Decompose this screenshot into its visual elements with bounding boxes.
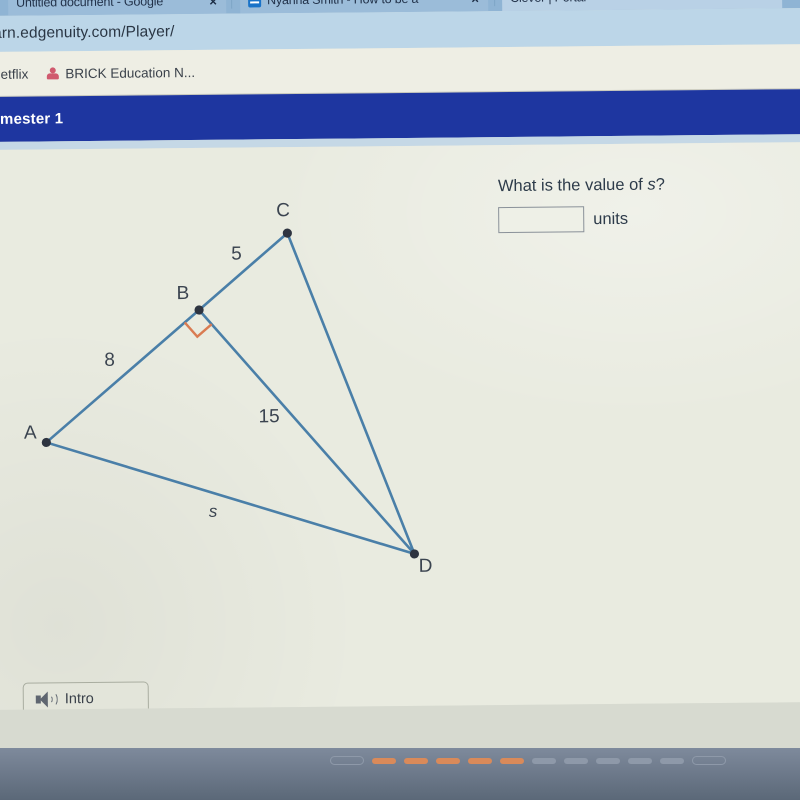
answer-input[interactable] [498,206,585,234]
tab-divider [231,0,233,9]
vertex-point-C [282,228,292,238]
url-text: earn.edgenuity.com/Player/ [0,23,175,43]
vertex-point-B [194,305,204,315]
keyboard-key [628,757,652,764]
tab-close-icon[interactable]: × [762,0,776,3]
window-close-icon[interactable]: × [788,0,800,6]
segment-CD [286,231,416,556]
keyboard-key [532,757,556,764]
vertex-label-D: D [419,556,433,577]
bookmark-label: BRICK Education N... [65,64,196,81]
tab-close-icon[interactable]: × [206,0,220,8]
segment-BC [197,231,289,312]
keyboard-key [372,757,396,764]
browser-tab-2-title: Clever | Portal [510,0,757,5]
keyboard-key [596,757,620,764]
bookmark-brick-education[interactable]: BRICK Education N... [46,64,195,80]
keyboard-key [564,757,588,764]
course-title: Semester 1 [0,110,64,129]
vertex-point-A [41,437,51,448]
units-label: units [593,209,629,228]
vertex-label-A: A [24,423,37,444]
bookmark-netflix[interactable]: Netflix [0,66,28,81]
vertex-label-C: C [276,200,290,221]
intro-button-label: Intro [64,690,94,707]
person-icon [46,67,58,80]
segment-AB [45,308,201,444]
bookmarks-bar: Netflix BRICK Education N... [0,44,800,97]
browser-tab-0-title: Untitled document - Google [16,0,164,10]
segment-length-label-BC: 5 [231,244,242,265]
keyboard-key [330,756,364,765]
keyboard-key [660,757,684,764]
right-angle-marker [183,321,213,339]
keyboard-key [500,757,524,764]
vertex-label-B: B [176,283,189,304]
segment-length-label-AB: 8 [104,350,115,371]
laptop-deck [0,748,800,800]
tab-divider [494,0,496,7]
laptop-photo: Untitled document - Google × Nyanna Smit… [0,0,800,800]
segment-length-label-BD: 15 [258,406,279,427]
segment-length-label-AD: s [209,502,218,521]
question-prompt-after: ? [655,175,665,194]
browser-tab-1-title: Nyanna Smith - How to be a [267,0,463,7]
question-variable: s [647,175,656,194]
bookmark-label: Netflix [0,66,29,82]
keyboard-key-row [330,756,726,765]
segment-BD [197,308,416,556]
question-prompt-before: What is the value of [497,175,648,196]
answer-row: units [498,206,629,234]
document-favicon-icon [248,0,262,7]
keyboard-key [436,757,460,764]
keyboard-key [468,757,492,764]
question-prompt: What is the value of s? [498,175,665,196]
keyboard-key [692,756,726,765]
geometry-figure: A B C D 8 5 15 s [24,200,433,577]
tab-close-icon[interactable]: × [468,0,482,6]
speaker-icon [35,690,58,708]
course-header: Semester 1 [0,89,800,142]
keyboard-key [404,757,428,764]
laptop-screen: Untitled document - Google × Nyanna Smit… [0,0,800,760]
segment-AD [45,441,416,556]
